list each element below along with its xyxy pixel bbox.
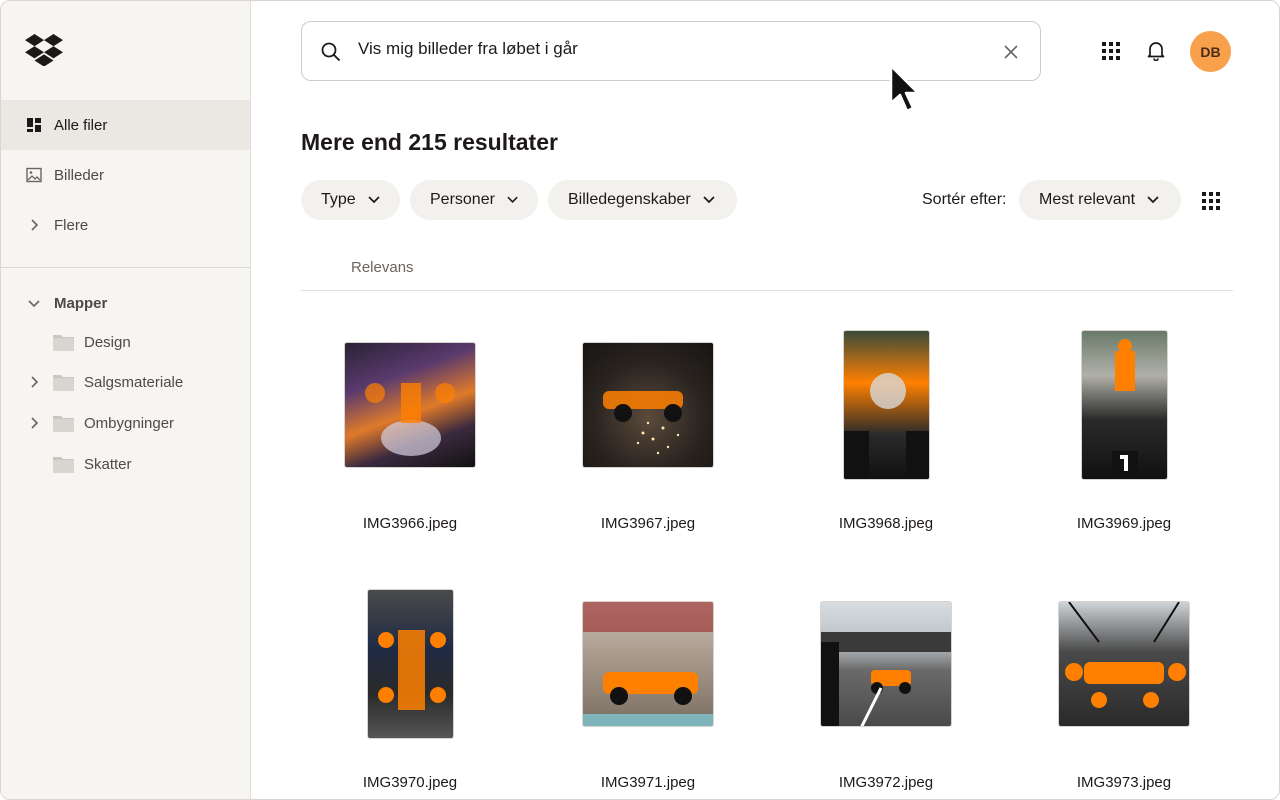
folder-label: Skatter — [84, 455, 132, 473]
sort-dropdown[interactable]: Mest relevant — [1019, 180, 1181, 220]
image-thumbnail[interactable] — [843, 330, 930, 480]
file-name[interactable]: IMG3972.jpeg — [767, 774, 1005, 791]
photo-sparks-icon — [603, 391, 683, 455]
sort-value: Mest relevant — [1039, 191, 1136, 208]
sidebar-divider — [1, 267, 250, 268]
photo-track-car-icon — [583, 602, 713, 726]
chevron-right-icon[interactable] — [25, 376, 42, 388]
image-thumbnail[interactable] — [1081, 330, 1168, 480]
mouse-cursor-icon — [889, 64, 920, 113]
sidebar-item-label: Alle filer — [54, 116, 108, 134]
folder-icon — [53, 457, 74, 473]
file-name[interactable]: IMG3970.jpeg — [291, 774, 529, 791]
sidebar: Alle filer Billeder Flere Mapper Design — [1, 1, 251, 799]
bell-icon[interactable] — [1145, 39, 1167, 61]
file-name[interactable]: IMG3968.jpeg — [767, 515, 1005, 532]
app-grid-icon[interactable] — [1101, 41, 1121, 61]
sidebar-item-more[interactable]: Flere — [1, 200, 250, 250]
folders-section-toggle[interactable]: Mapper — [25, 291, 107, 315]
folder-label: Salgsmateriale — [84, 373, 184, 391]
filter-label: Personer — [430, 191, 495, 208]
folder-icon — [53, 375, 74, 391]
sidebar-item-label: Billeder — [54, 166, 105, 184]
folders-heading: Mapper — [54, 294, 108, 312]
column-header-relevance[interactable]: Relevans — [351, 259, 414, 276]
image-thumbnail[interactable] — [820, 601, 952, 727]
image-thumbnail[interactable] — [582, 601, 714, 727]
folder-skatter[interactable]: Skatter — [25, 451, 132, 477]
image-icon — [25, 167, 42, 184]
avatar[interactable]: DB — [1190, 31, 1231, 72]
filter-persons-button[interactable]: Personer — [410, 180, 538, 220]
filter-image-properties-button[interactable]: Billedegenskaber — [548, 180, 737, 220]
filter-label: Billedegenskaber — [568, 191, 691, 208]
folder-ombygninger[interactable]: Ombygninger — [25, 410, 174, 436]
photo-pitcrew-icon — [365, 383, 455, 456]
folder-icon — [53, 416, 74, 432]
folder-label: Ombygninger — [84, 414, 175, 432]
divider — [301, 290, 1233, 291]
chevron-down-icon — [25, 298, 42, 308]
photo-pitlane-icon — [821, 632, 951, 726]
sort-label: Sortér efter: — [922, 191, 1007, 208]
file-name[interactable]: IMG3969.jpeg — [1005, 515, 1243, 532]
file-name[interactable]: IMG3967.jpeg — [529, 515, 767, 532]
image-thumbnail[interactable] — [367, 589, 454, 739]
file-name[interactable]: IMG3971.jpeg — [529, 774, 767, 791]
all-files-icon — [25, 117, 42, 134]
image-thumbnail[interactable] — [582, 342, 714, 468]
chevron-down-icon — [507, 196, 518, 203]
chevron-right-icon[interactable] — [25, 417, 42, 429]
page-title: Mere end 215 resultater — [301, 129, 558, 155]
close-icon[interactable] — [1002, 43, 1020, 61]
sidebar-item-all-files[interactable]: Alle filer — [1, 100, 250, 150]
chevron-down-icon — [368, 196, 380, 204]
grid-view-icon[interactable] — [1201, 191, 1221, 211]
image-thumbnail[interactable] — [1058, 601, 1190, 727]
folder-design[interactable]: Design — [25, 329, 131, 355]
photo-cockpit-icon — [844, 373, 929, 479]
filter-type-button[interactable]: Type — [301, 180, 400, 220]
photo-pitstop-top-icon — [378, 630, 446, 710]
file-name[interactable]: IMG3973.jpeg — [1005, 774, 1243, 791]
search-input[interactable]: Vis mig billeder fra løbet i går — [358, 39, 578, 59]
folder-salgsmateriale[interactable]: Salgsmateriale — [25, 369, 183, 395]
search-bar[interactable]: Vis mig billeder fra løbet i går — [301, 21, 1041, 81]
filter-label: Type — [321, 191, 356, 208]
photo-winner-icon — [1112, 339, 1138, 475]
chevron-down-icon — [703, 196, 715, 204]
chevron-down-icon — [1147, 196, 1159, 204]
app-window: Alle filer Billeder Flere Mapper Design — [0, 0, 1280, 800]
sidebar-item-label: Flere — [54, 216, 89, 234]
sidebar-item-images[interactable]: Billeder — [1, 150, 250, 200]
folder-label: Design — [84, 333, 131, 351]
image-thumbnail[interactable] — [344, 342, 476, 468]
chevron-right-icon — [25, 217, 42, 234]
search-icon — [321, 42, 341, 62]
folder-icon — [53, 335, 74, 351]
dropbox-logo-icon[interactable] — [25, 34, 63, 66]
file-name[interactable]: IMG3966.jpeg — [291, 515, 529, 532]
photo-pitcrew-car-icon — [1065, 602, 1186, 708]
